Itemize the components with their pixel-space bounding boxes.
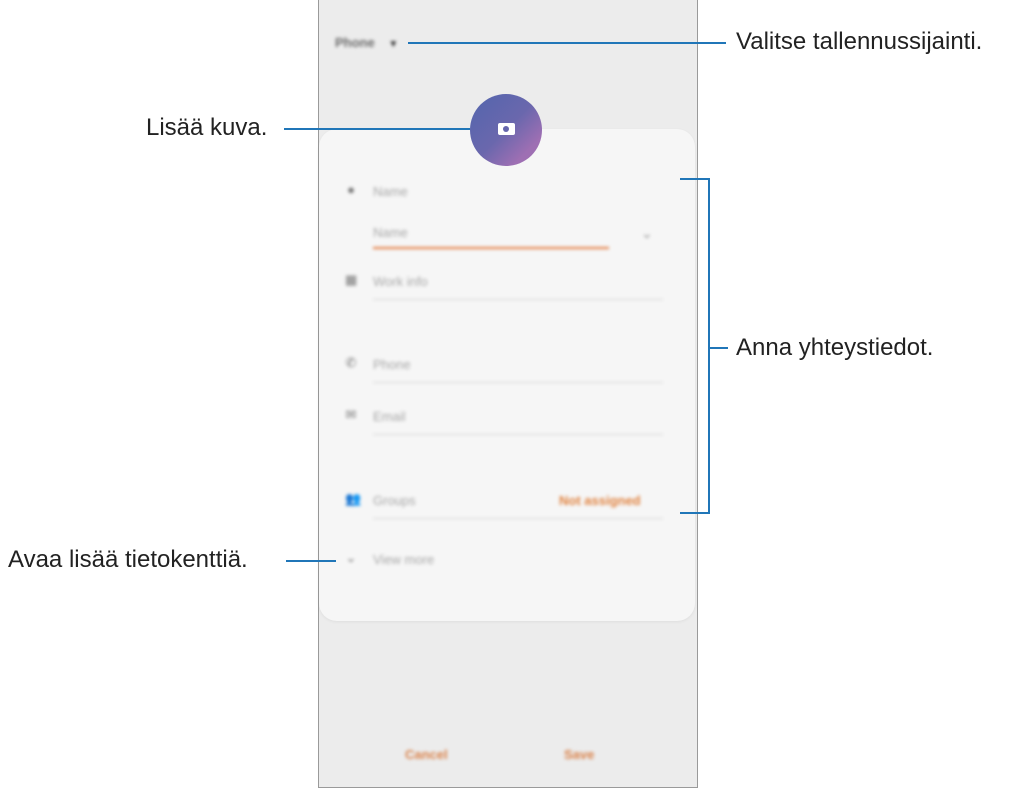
contact-bracket-top	[680, 178, 710, 180]
storage-leader-line	[408, 42, 726, 44]
work-info-field[interactable]: Work info	[373, 274, 428, 289]
email-underline	[373, 434, 663, 435]
dropdown-arrow-icon: ▼	[388, 39, 399, 50]
contact-leader-line	[710, 347, 728, 349]
contact-bracket-bottom	[680, 512, 710, 514]
phone-underline	[373, 382, 663, 383]
storage-location-label: Phone	[335, 35, 375, 50]
callout-photo: Lisää kuva.	[146, 114, 268, 141]
groups-value[interactable]: Not assigned	[559, 493, 641, 508]
groups-label: Groups	[373, 493, 416, 508]
phone-screen: Phone ▼ ● Name Name ⌄ ▦ Work info ✆ Phon…	[318, 0, 698, 788]
chevron-down-icon[interactable]: ⌄	[641, 225, 653, 242]
add-photo-button[interactable]	[470, 94, 542, 166]
name-underline	[373, 247, 609, 249]
email-field[interactable]: Email	[373, 409, 406, 424]
phone-field[interactable]: Phone	[373, 357, 411, 372]
groups-underline	[373, 518, 663, 519]
name-label: Name	[373, 184, 408, 199]
callout-contact: Anna yhteystiedot.	[736, 334, 934, 361]
chevron-down-icon: ⌄	[345, 550, 357, 565]
phone-icon: ✆	[345, 355, 357, 370]
work-info-underline	[373, 299, 663, 300]
save-button[interactable]: Save	[564, 747, 594, 762]
callout-more: Avaa lisää tietokenttiä.	[8, 546, 248, 573]
mail-icon: ✉	[345, 407, 357, 422]
view-more-label: View more	[373, 552, 435, 567]
contact-bracket-vertical	[708, 178, 710, 514]
camera-icon	[498, 123, 515, 135]
more-leader-line	[286, 560, 336, 562]
group-icon: 👥	[345, 491, 362, 506]
contact-form-card: ● Name Name ⌄ ▦ Work info ✆ Phone ✉ Emai…	[319, 129, 695, 621]
cancel-button[interactable]: Cancel	[405, 747, 448, 762]
storage-location-selector[interactable]: Phone ▼	[335, 35, 398, 50]
name-input[interactable]: Name	[373, 225, 408, 240]
building-icon: ▦	[345, 272, 358, 287]
photo-leader-line	[284, 128, 470, 130]
person-icon: ●	[347, 182, 355, 197]
callout-storage: Valitse tallennussijainti.	[736, 28, 983, 55]
